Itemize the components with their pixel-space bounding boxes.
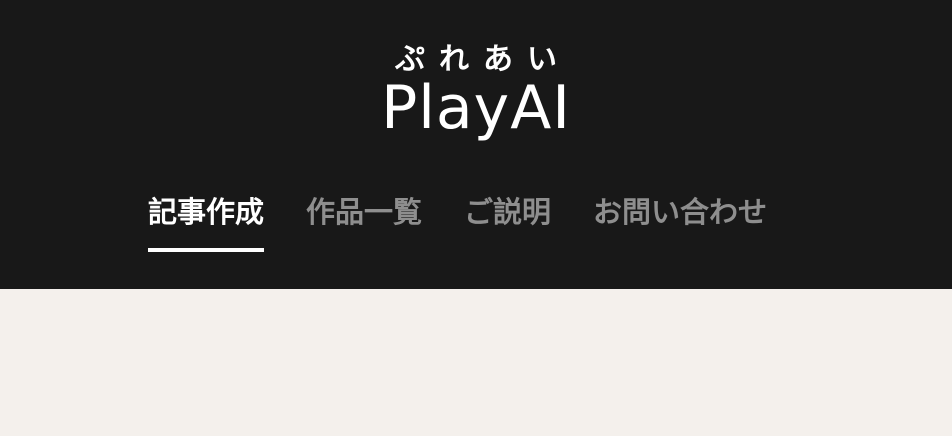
nav-item-contact[interactable]: お問い合わせ [593, 190, 767, 250]
nav-item-works-list[interactable]: 作品一覧 [306, 190, 422, 250]
site-header: ぷれあい PlayAI 記事作成 作品一覧 ご説明 お問い合わせ [0, 0, 952, 289]
site-logo-link[interactable]: ぷれあい PlayAI [0, 40, 952, 140]
main-nav: 記事作成 作品一覧 ご説明 お問い合わせ [148, 190, 767, 254]
main-content-area [0, 289, 952, 436]
nav-item-create-article[interactable]: 記事作成 [148, 190, 265, 252]
logo-wordmark: PlayAI [381, 73, 571, 143]
nav-item-explanation[interactable]: ご説明 [464, 190, 551, 250]
